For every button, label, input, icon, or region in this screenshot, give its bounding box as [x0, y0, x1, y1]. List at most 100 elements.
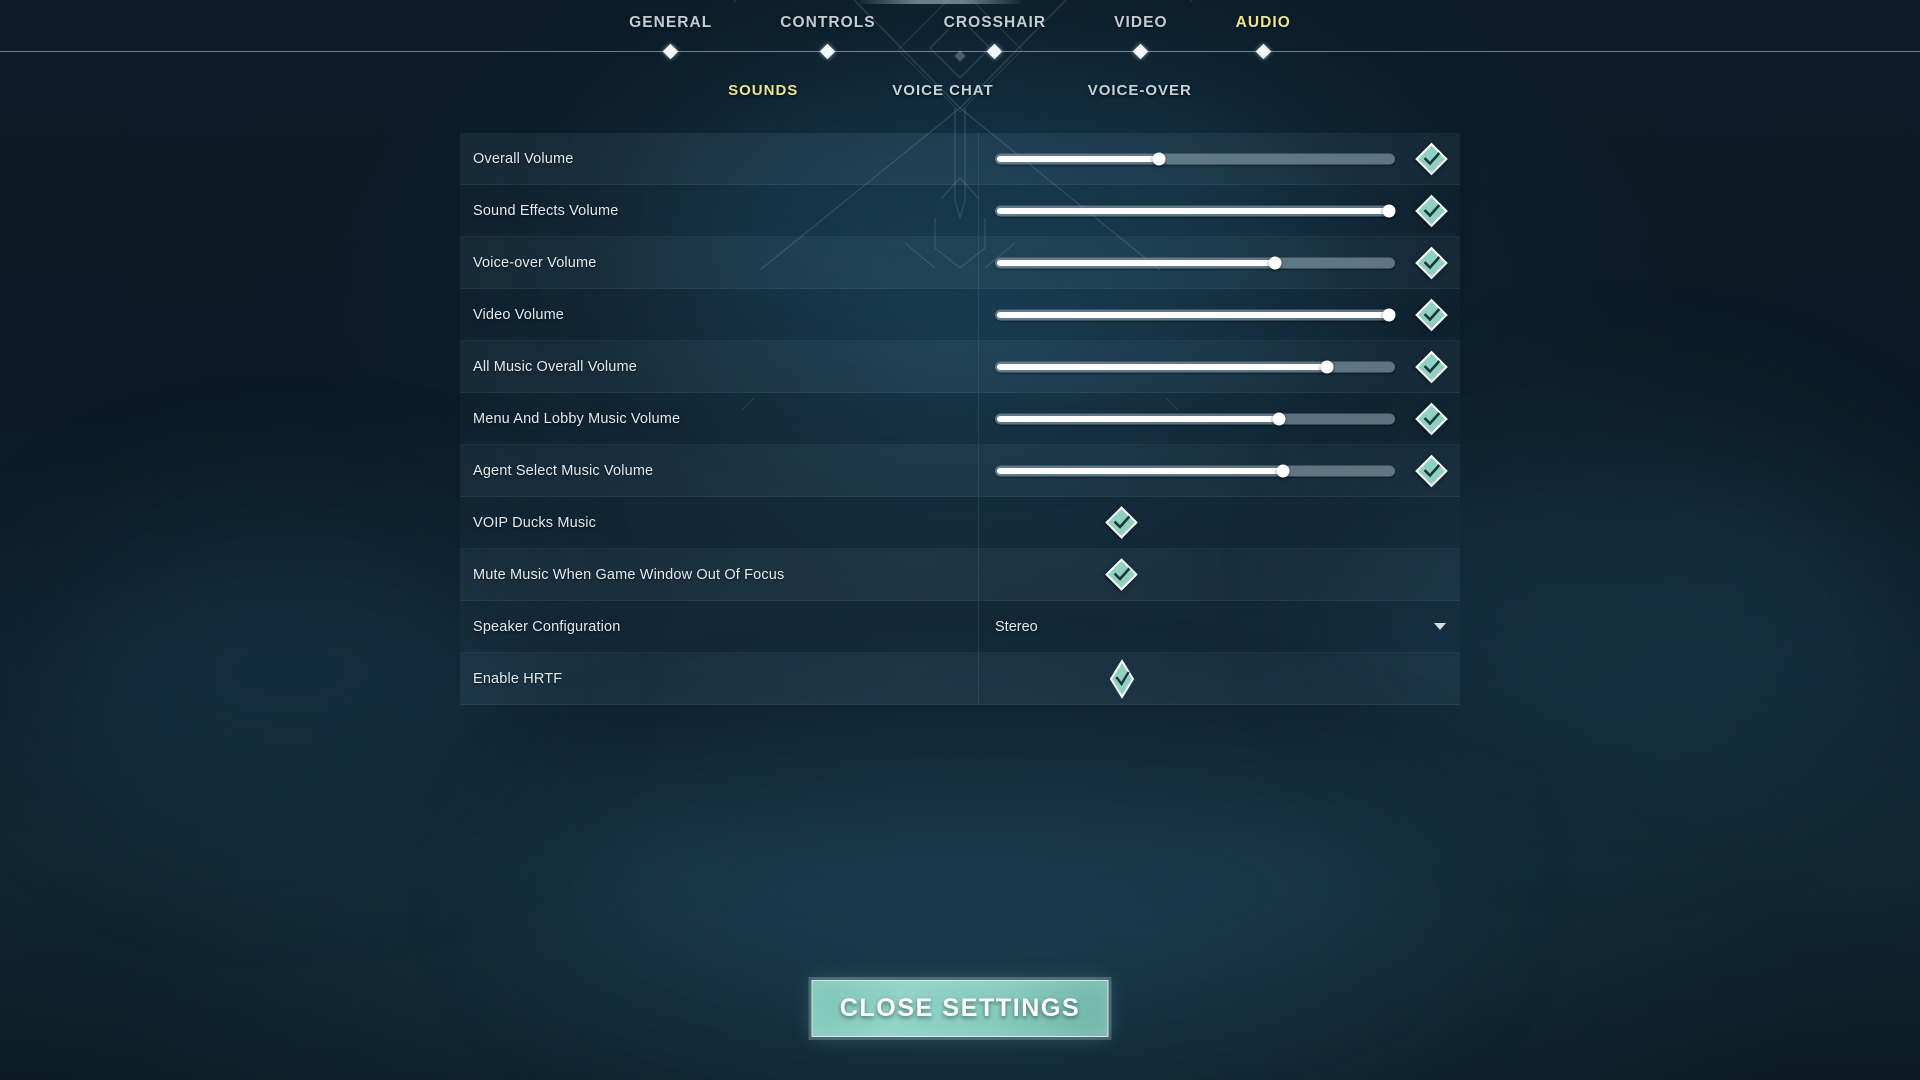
setting-control-cell: [978, 341, 1460, 392]
sub-tab-voice-chat[interactable]: VOICE CHAT: [845, 82, 1040, 99]
settings-row: Voice-over Volume: [460, 237, 1460, 289]
setting-label: Video Volume: [473, 306, 565, 323]
check-mark-icon: [1423, 255, 1441, 269]
main-tab-controls[interactable]: CONTROLS: [746, 14, 909, 32]
slider-thumb[interactable]: [1272, 412, 1286, 425]
settings-screen: GENERAL CONTROLS CROSSHAIR VIDEO AUDIO SOUND…: [0, 0, 1920, 1080]
reset-diamond-button[interactable]: [1415, 246, 1448, 279]
settings-list: Overall Volume Sound Effects Volume Voice-…: [460, 133, 1460, 705]
diamond-checkbox[interactable]: [1109, 658, 1135, 699]
setting-control-cell: [978, 185, 1460, 236]
setting-control-cell: [978, 549, 1460, 600]
close-settings-button[interactable]: CLOSE SETTINGS: [808, 977, 1112, 1040]
slider-fill: [997, 259, 1273, 266]
setting-label: Speaker Configuration: [473, 618, 621, 635]
reset-diamond-button[interactable]: [1415, 350, 1448, 383]
settings-row: Agent Select Music Volume: [460, 445, 1460, 497]
check-mark-icon: [1423, 307, 1441, 321]
nav-marker-controls: [820, 43, 836, 60]
check-mark-icon: [1113, 567, 1131, 581]
diamond-checkbox[interactable]: [1105, 558, 1138, 591]
check-mark-icon: [1423, 151, 1441, 165]
tall-diamond-icon: [1109, 658, 1134, 699]
settings-row: All Music Overall Volume: [460, 341, 1460, 393]
reset-diamond-button[interactable]: [1415, 402, 1448, 435]
check-mark-icon: [1423, 203, 1441, 217]
slider-thumb[interactable]: [1382, 308, 1396, 321]
slider-fill: [997, 155, 1157, 162]
slider-thumb[interactable]: [1276, 464, 1290, 477]
checkbox-cell: [979, 558, 1460, 591]
reset-diamond-button[interactable]: [1415, 298, 1448, 331]
nav-divider-line: [0, 51, 1920, 52]
settings-row: Speaker Configuration Stereo: [460, 601, 1460, 653]
reset-diamond-button[interactable]: [1415, 194, 1448, 227]
volume-slider[interactable]: [995, 460, 1395, 482]
setting-control-cell: [978, 237, 1460, 288]
slider-thumb[interactable]: [1320, 360, 1334, 373]
slider-fill: [997, 207, 1393, 214]
volume-slider[interactable]: [995, 356, 1395, 378]
setting-label: Voice-over Volume: [473, 254, 597, 271]
nav-marker-general: [662, 43, 679, 60]
reset-diamond-button[interactable]: [1415, 142, 1448, 175]
speaker-configuration-dropdown[interactable]: Stereo: [979, 601, 1460, 652]
slider-fill: [997, 363, 1325, 370]
top-navigation-bar: GENERAL CONTROLS CROSSHAIR VIDEO AUDIO: [0, 0, 1920, 60]
main-tab-general[interactable]: GENERAL: [595, 14, 746, 32]
settings-row: Menu And Lobby Music Volume: [460, 393, 1460, 445]
setting-label: VOIP Ducks Music: [473, 514, 596, 531]
main-tab-audio[interactable]: AUDIO: [1202, 14, 1325, 32]
setting-label: All Music Overall Volume: [473, 358, 637, 375]
setting-control-cell: [978, 497, 1460, 548]
bg-blotch: [60, 520, 520, 820]
reset-diamond-button[interactable]: [1415, 454, 1448, 487]
nav-marker-crosshair: [987, 43, 1003, 60]
dropdown-selected-value: Stereo: [995, 618, 1038, 635]
volume-slider[interactable]: [995, 200, 1396, 222]
setting-label: Overall Volume: [473, 150, 574, 167]
setting-control-cell: [978, 133, 1460, 184]
slider-fill: [997, 467, 1281, 474]
sub-tab-sounds[interactable]: SOUNDS: [681, 82, 845, 99]
volume-slider[interactable]: [995, 408, 1395, 430]
slider-thumb[interactable]: [1152, 152, 1166, 165]
setting-label: Sound Effects Volume: [473, 202, 619, 219]
main-tab-video[interactable]: VIDEO: [1080, 14, 1201, 32]
setting-control-cell: [978, 393, 1460, 444]
setting-label: Menu And Lobby Music Volume: [473, 410, 681, 427]
volume-slider[interactable]: [995, 148, 1395, 170]
check-mark-icon: [1423, 411, 1441, 425]
settings-row: Enable HRTF: [460, 653, 1460, 705]
nav-marker-video: [1133, 43, 1149, 60]
settings-row: Video Volume: [460, 289, 1460, 341]
setting-label: Agent Select Music Volume: [473, 462, 654, 479]
settings-row: Sound Effects Volume: [460, 185, 1460, 237]
top-accent-bar: [860, 0, 1020, 4]
sub-tab-voice-over[interactable]: VOICE-OVER: [1041, 82, 1239, 99]
main-tab-crosshair[interactable]: CROSSHAIR: [910, 14, 1080, 32]
setting-label: Enable HRTF: [473, 670, 563, 687]
setting-control-cell: Stereo: [978, 601, 1460, 652]
setting-control-cell: [978, 653, 1460, 704]
volume-slider[interactable]: [995, 304, 1396, 326]
sub-tab-list: SOUNDS VOICE CHAT VOICE-OVER: [0, 82, 1920, 99]
check-mark-icon: [1423, 463, 1441, 477]
check-mark-icon: [1423, 359, 1441, 373]
volume-slider[interactable]: [995, 252, 1395, 274]
slider-thumb[interactable]: [1268, 256, 1282, 269]
settings-row: Overall Volume: [460, 133, 1460, 185]
check-mark-icon: [1113, 515, 1131, 529]
settings-row: VOIP Ducks Music: [460, 497, 1460, 549]
setting-label: Mute Music When Game Window Out Of Focus: [473, 566, 785, 583]
checkbox-cell: [979, 506, 1460, 539]
setting-control-cell: [978, 445, 1460, 496]
slider-thumb[interactable]: [1382, 204, 1396, 217]
slider-fill: [997, 311, 1393, 318]
diamond-checkbox[interactable]: [1105, 506, 1138, 539]
slider-fill: [997, 415, 1277, 422]
settings-row: Mute Music When Game Window Out Of Focus: [460, 549, 1460, 601]
nav-marker-audio: [1255, 43, 1271, 60]
checkbox-cell: [979, 658, 1460, 699]
main-tab-list: GENERAL CONTROLS CROSSHAIR VIDEO AUDIO: [0, 14, 1920, 32]
